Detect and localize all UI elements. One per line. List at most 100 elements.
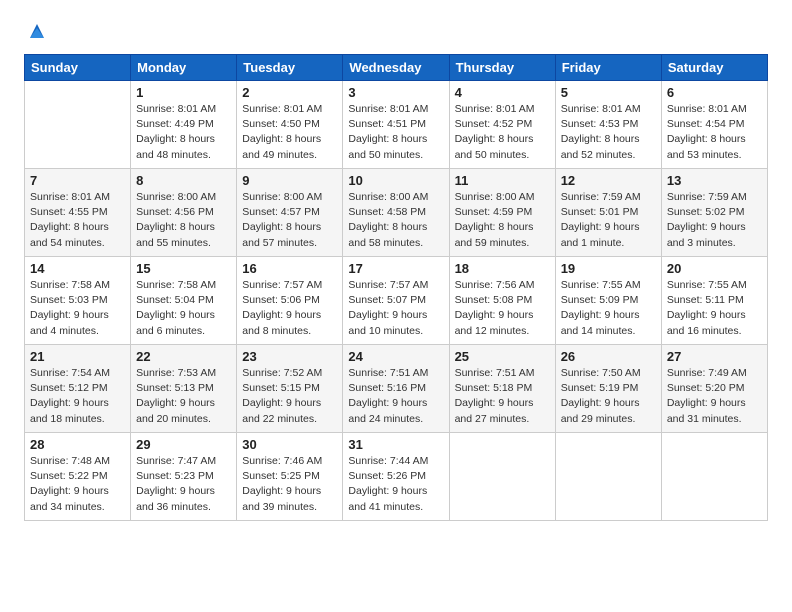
calendar-cell: 20 Sunrise: 7:55 AM Sunset: 5:11 PM Dayli… [661, 257, 767, 345]
day-number: 29 [136, 437, 231, 452]
calendar-cell: 24 Sunrise: 7:51 AM Sunset: 5:16 PM Dayli… [343, 345, 449, 433]
day-number: 21 [30, 349, 125, 364]
weekday-thursday: Thursday [449, 55, 555, 81]
calendar-cell: 1 Sunrise: 8:01 AM Sunset: 4:49 PM Daylig… [131, 81, 237, 169]
day-info: Sunrise: 7:54 AM Sunset: 5:12 PM Dayligh… [30, 366, 125, 427]
day-info: Sunrise: 8:01 AM Sunset: 4:55 PM Dayligh… [30, 190, 125, 251]
calendar-cell: 23 Sunrise: 7:52 AM Sunset: 5:15 PM Dayli… [237, 345, 343, 433]
day-number: 31 [348, 437, 443, 452]
calendar-cell: 4Sunrise: 8:01 AM Sunset: 4:52 PM Daylig… [449, 81, 555, 169]
calendar-cell [449, 433, 555, 521]
calendar-cell: 15 Sunrise: 7:58 AM Sunset: 5:04 PM Dayli… [131, 257, 237, 345]
calendar-cell: 9 Sunrise: 8:00 AM Sunset: 4:57 PM Daylig… [237, 169, 343, 257]
day-info: Sunrise: 7:58 AM Sunset: 5:04 PM Dayligh… [136, 278, 231, 339]
day-number: 9 [242, 173, 337, 188]
calendar-cell: 11 Sunrise: 8:00 AM Sunset: 4:59 PM Dayli… [449, 169, 555, 257]
day-number: 18 [455, 261, 550, 276]
day-info: Sunrise: 7:55 AM Sunset: 5:09 PM Dayligh… [561, 278, 656, 339]
day-number: 6 [667, 85, 762, 100]
day-info: Sunrise: 7:44 AM Sunset: 5:26 PM Dayligh… [348, 454, 443, 515]
weekday-wednesday: Wednesday [343, 55, 449, 81]
day-number: 3 [348, 85, 443, 100]
day-number: 24 [348, 349, 443, 364]
calendar-cell: 5 Sunrise: 8:01 AM Sunset: 4:53 PM Daylig… [555, 81, 661, 169]
calendar-cell: 25 Sunrise: 7:51 AM Sunset: 5:18 PM Dayli… [449, 345, 555, 433]
calendar-cell: 21 Sunrise: 7:54 AM Sunset: 5:12 PM Dayli… [25, 345, 131, 433]
day-info: Sunrise: 8:01 AM Sunset: 4:54 PM Dayligh… [667, 102, 762, 163]
day-info: Sunrise: 7:48 AM Sunset: 5:22 PM Dayligh… [30, 454, 125, 515]
calendar-cell: 8 Sunrise: 8:00 AM Sunset: 4:56 PM Daylig… [131, 169, 237, 257]
day-number: 7 [30, 173, 125, 188]
day-info: Sunrise: 8:00 AM Sunset: 4:58 PM Dayligh… [348, 190, 443, 251]
day-info: Sunrise: 8:00 AM Sunset: 4:56 PM Dayligh… [136, 190, 231, 251]
calendar-cell: 27 Sunrise: 7:49 AM Sunset: 5:20 PM Dayli… [661, 345, 767, 433]
day-number: 28 [30, 437, 125, 452]
day-number: 22 [136, 349, 231, 364]
day-number: 1 [136, 85, 231, 100]
week-row-4: 21 Sunrise: 7:54 AM Sunset: 5:12 PM Dayli… [25, 345, 768, 433]
weekday-tuesday: Tuesday [237, 55, 343, 81]
day-number: 8 [136, 173, 231, 188]
day-number: 23 [242, 349, 337, 364]
day-number: 14 [30, 261, 125, 276]
day-number: 11 [455, 173, 550, 188]
day-number: 25 [455, 349, 550, 364]
day-number: 4 [455, 85, 550, 100]
day-info: Sunrise: 8:01 AM Sunset: 4:49 PM Dayligh… [136, 102, 231, 163]
day-number: 19 [561, 261, 656, 276]
weekday-monday: Monday [131, 55, 237, 81]
day-number: 30 [242, 437, 337, 452]
day-number: 5 [561, 85, 656, 100]
day-info: Sunrise: 7:46 AM Sunset: 5:25 PM Dayligh… [242, 454, 337, 515]
day-info: Sunrise: 7:53 AM Sunset: 5:13 PM Dayligh… [136, 366, 231, 427]
page: SundayMondayTuesdayWednesdayThursdayFrid… [0, 0, 792, 612]
day-number: 27 [667, 349, 762, 364]
calendar-cell: 29 Sunrise: 7:47 AM Sunset: 5:23 PM Dayli… [131, 433, 237, 521]
day-number: 10 [348, 173, 443, 188]
day-info: Sunrise: 7:58 AM Sunset: 5:03 PM Dayligh… [30, 278, 125, 339]
day-number: 17 [348, 261, 443, 276]
calendar-cell: 12 Sunrise: 7:59 AM Sunset: 5:01 PM Dayli… [555, 169, 661, 257]
day-info: Sunrise: 8:01 AM Sunset: 4:53 PM Dayligh… [561, 102, 656, 163]
calendar-cell: 31 Sunrise: 7:44 AM Sunset: 5:26 PM Dayli… [343, 433, 449, 521]
day-info: Sunrise: 7:50 AM Sunset: 5:19 PM Dayligh… [561, 366, 656, 427]
day-number: 16 [242, 261, 337, 276]
day-info: Sunrise: 7:55 AM Sunset: 5:11 PM Dayligh… [667, 278, 762, 339]
week-row-3: 14 Sunrise: 7:58 AM Sunset: 5:03 PM Dayli… [25, 257, 768, 345]
calendar-cell [661, 433, 767, 521]
day-info: Sunrise: 7:59 AM Sunset: 5:02 PM Dayligh… [667, 190, 762, 251]
calendar-cell [25, 81, 131, 169]
day-info: Sunrise: 7:52 AM Sunset: 5:15 PM Dayligh… [242, 366, 337, 427]
calendar-cell: 6 Sunrise: 8:01 AM Sunset: 4:54 PM Daylig… [661, 81, 767, 169]
day-number: 20 [667, 261, 762, 276]
weekday-sunday: Sunday [25, 55, 131, 81]
week-row-2: 7 Sunrise: 8:01 AM Sunset: 4:55 PM Daylig… [25, 169, 768, 257]
calendar-cell: 14 Sunrise: 7:58 AM Sunset: 5:03 PM Dayli… [25, 257, 131, 345]
logo [24, 20, 48, 42]
weekday-friday: Friday [555, 55, 661, 81]
calendar-cell: 30 Sunrise: 7:46 AM Sunset: 5:25 PM Dayli… [237, 433, 343, 521]
calendar-cell: 16 Sunrise: 7:57 AM Sunset: 5:06 PM Dayli… [237, 257, 343, 345]
day-info: Sunrise: 7:56 AM Sunset: 5:08 PM Dayligh… [455, 278, 550, 339]
day-info: Sunrise: 7:51 AM Sunset: 5:18 PM Dayligh… [455, 366, 550, 427]
day-number: 13 [667, 173, 762, 188]
day-number: 2 [242, 85, 337, 100]
day-info: Sunrise: 8:00 AM Sunset: 4:57 PM Dayligh… [242, 190, 337, 251]
day-info: Sunrise: 7:49 AM Sunset: 5:20 PM Dayligh… [667, 366, 762, 427]
day-info: Sunrise: 8:00 AM Sunset: 4:59 PM Dayligh… [455, 190, 550, 251]
day-info: Sunrise: 7:47 AM Sunset: 5:23 PM Dayligh… [136, 454, 231, 515]
calendar-cell: 22 Sunrise: 7:53 AM Sunset: 5:13 PM Dayli… [131, 345, 237, 433]
calendar-cell: 10 Sunrise: 8:00 AM Sunset: 4:58 PM Dayli… [343, 169, 449, 257]
day-info: Sunrise: 7:57 AM Sunset: 5:06 PM Dayligh… [242, 278, 337, 339]
day-number: 15 [136, 261, 231, 276]
calendar-cell: 19 Sunrise: 7:55 AM Sunset: 5:09 PM Dayli… [555, 257, 661, 345]
weekday-header-row: SundayMondayTuesdayWednesdayThursdayFrid… [25, 55, 768, 81]
week-row-5: 28 Sunrise: 7:48 AM Sunset: 5:22 PM Dayli… [25, 433, 768, 521]
day-number: 12 [561, 173, 656, 188]
day-info: Sunrise: 7:51 AM Sunset: 5:16 PM Dayligh… [348, 366, 443, 427]
weekday-saturday: Saturday [661, 55, 767, 81]
day-info: Sunrise: 8:01 AM Sunset: 4:50 PM Dayligh… [242, 102, 337, 163]
calendar-cell: 17Sunrise: 7:57 AM Sunset: 5:07 PM Dayli… [343, 257, 449, 345]
day-info: Sunrise: 7:59 AM Sunset: 5:01 PM Dayligh… [561, 190, 656, 251]
week-row-1: 1 Sunrise: 8:01 AM Sunset: 4:49 PM Daylig… [25, 81, 768, 169]
